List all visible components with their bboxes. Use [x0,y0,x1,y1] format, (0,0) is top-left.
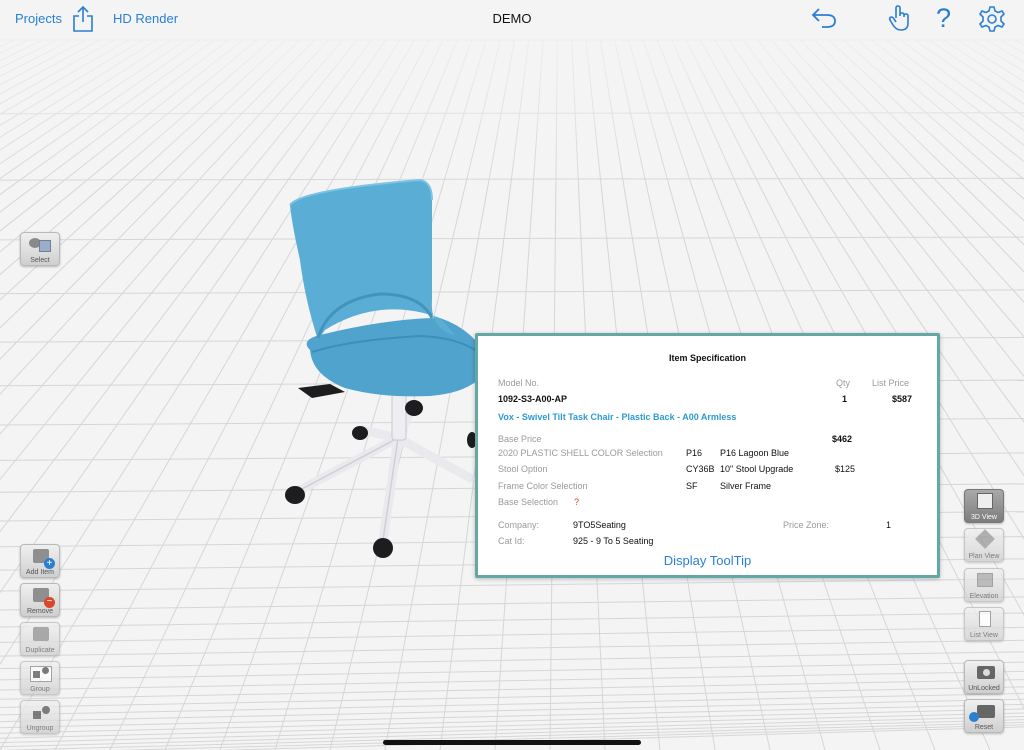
top-bar: Projects HD Render DEMO ? [0,0,1024,38]
3d-view-button[interactable]: 3D View [964,489,1004,523]
select-label: Select [30,257,50,264]
option-label: 2020 PLASTIC SHELL COLOR Selection [498,448,663,458]
elevation-button[interactable]: Elevation [964,568,1004,602]
duplicate-icon [33,627,49,641]
reset-label: Reset [974,724,994,731]
duplicate-button[interactable]: Duplicate [20,622,60,656]
plan-view-icon [975,529,995,549]
undo-icon[interactable] [810,6,838,35]
panel-title: Item Specification [668,353,747,363]
viewport-3d[interactable]: Projects HD Render DEMO ? Select + Add I… [0,0,1024,750]
company-value: 9TO5Seating [573,520,626,530]
plan-view-button[interactable]: Plan View [964,528,1004,562]
model-header: Model No. [498,378,540,388]
share-icon[interactable] [72,5,94,38]
remove-label: Remove [26,608,54,615]
qty-value: 1 [842,394,848,404]
list-price-header: List Price [872,378,910,388]
price-zone-value: 1 [886,520,892,530]
elevation-label: Elevation [969,593,999,600]
hand-pointer-icon[interactable] [888,4,912,37]
remove-button[interactable]: − Remove [20,583,60,617]
3d-view-label: 3D View [971,514,997,521]
option-price: $125 [835,464,856,474]
unlocked-button[interactable]: UnLocked [964,660,1004,694]
help-icon[interactable]: ? [936,3,951,33]
remove-icon: − [44,597,55,608]
reset-button[interactable]: Reset [964,699,1004,733]
cube-3d-icon [977,493,993,509]
list-view-button[interactable]: List View [964,607,1004,641]
model-number: 1092-S3-A00-AP [498,394,568,404]
add-item-label: Add Item [25,569,54,576]
add-icon: + [44,558,55,569]
base-selection-mark[interactable]: ? [574,497,579,507]
chair-seat [306,318,490,397]
unlocked-label: UnLocked [968,685,1000,692]
list-view-icon [979,611,991,627]
hd-render-button[interactable]: HD Render [113,11,178,26]
option-code: SF [686,481,698,491]
company-label: Company: [498,520,540,530]
base-selection-label: Base Selection [498,497,559,507]
list-view-label: List View [970,632,998,639]
elevation-icon [977,573,993,587]
cat-id-label: Cat Id: [498,536,525,546]
option-label: Frame Color Selection [498,481,588,491]
gear-icon[interactable] [978,5,1006,38]
group-label: Group [30,686,50,693]
option-code: P16 [686,448,703,458]
price-zone-label: Price Zone: [783,520,830,530]
cat-id-value: 925 - 9 To 5 Seating [573,536,654,546]
display-tooltip-link[interactable]: Display ToolTip [478,553,937,568]
ungroup-icon [33,711,41,719]
duplicate-label: Duplicate [25,647,55,654]
plan-view-label: Plan View [968,553,1000,560]
select-button[interactable]: Select [20,232,60,266]
qty-header: Qty [836,378,851,388]
option-desc: P16 Lagoon Blue [720,448,790,458]
add-item-button[interactable]: + Add Item [20,544,60,578]
home-indicator[interactable] [383,740,641,745]
ungroup-label: Ungroup [26,725,54,732]
select-square-icon [39,240,51,252]
reset-icon [969,712,979,722]
reset-camera-icon [977,705,995,718]
base-price-value: $462 [832,434,853,444]
list-price-value: $587 [892,394,913,404]
option-code: CY36B [686,464,715,474]
group-button[interactable]: Group [20,661,60,695]
option-desc: Silver Frame [720,481,772,491]
option-label: Stool Option [498,464,548,474]
projects-button[interactable]: Projects [15,11,62,26]
item-specification-panel: Item Specification Model No. Qty List Pr… [475,333,940,578]
item-description: Vox - Swivel Tilt Task Chair - Plastic B… [498,412,737,422]
base-price-label: Base Price [498,434,542,444]
ungroup-button[interactable]: Ungroup [20,700,60,734]
option-desc: 10" Stool Upgrade [720,464,794,474]
chair-base [295,403,475,545]
